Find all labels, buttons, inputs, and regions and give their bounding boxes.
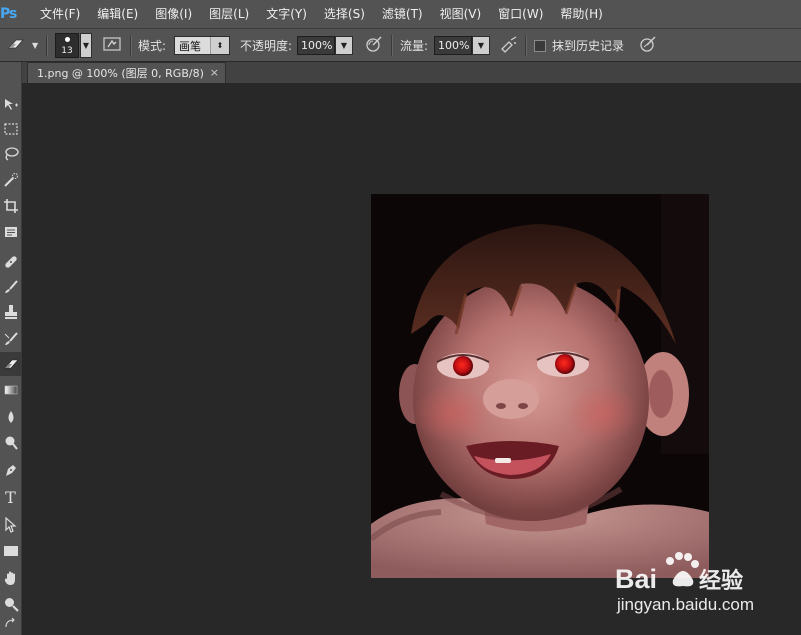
brush-panel-icon [103, 36, 121, 55]
menu-edit[interactable]: 编辑(E) [89, 0, 147, 28]
baby-photo[interactable] [371, 194, 709, 578]
erase-to-history-checkbox[interactable] [534, 39, 546, 52]
left-red-eye [453, 356, 473, 376]
right-red-eye [555, 354, 575, 374]
updown-arrow-icon: ⬍ [210, 37, 229, 54]
chevron-down-icon: ▼ [32, 41, 39, 50]
menu-select[interactable]: 选择(S) [316, 0, 374, 28]
opacity-dropdown-arrow[interactable]: ▼ [335, 36, 353, 55]
baidu-jingyan-watermark: Bai 经验 jingyan.baidu.com [615, 548, 765, 620]
tools-panel: T [0, 62, 22, 635]
airbrush-button[interactable] [499, 29, 519, 62]
brush-tool-icon[interactable] [0, 275, 21, 299]
menu-filter[interactable]: 滤镜(T) [374, 0, 432, 28]
menu-window[interactable]: 窗口(W) [490, 0, 552, 28]
document-tab[interactable]: 1.png @ 100% (图层 0, RGB/8) × [27, 62, 226, 83]
blur-tool-icon[interactable] [0, 405, 21, 429]
brush-size-value: 13 [61, 46, 73, 56]
document-tab-title: 1.png @ 100% (图层 0, RGB/8) [37, 67, 204, 80]
flow-label: 流量: [400, 39, 429, 53]
eraser-icon [6, 37, 26, 54]
mode-label: 模式: [138, 39, 167, 53]
opacity-input[interactable]: 100% [297, 36, 335, 55]
quick-selection-tool-icon[interactable] [0, 168, 21, 192]
watermark-brand-cn: 经验 [699, 568, 743, 594]
menu-help[interactable]: 帮助(H) [552, 0, 611, 28]
menu-image[interactable]: 图像(I) [147, 0, 201, 28]
paw-logo-icon [666, 552, 699, 587]
opacity-label: 不透明度: [240, 39, 293, 53]
brush-dot-icon [65, 37, 70, 42]
document-tab-bar: 1.png @ 100% (图层 0, RGB/8) × [22, 62, 801, 84]
brush-picker-arrow[interactable]: ▼ [80, 33, 92, 58]
path-selection-tool-icon[interactable] [0, 513, 21, 537]
marquee-tool-icon[interactable] [0, 117, 21, 141]
menu-bar: Ps 文件(F) 编辑(E) 图像(I) 图层(L) 文字(Y) 选择(S) 滤… [0, 0, 801, 28]
clone-stamp-tool-icon[interactable] [0, 300, 21, 324]
mode-select[interactable]: 画笔 ⬍ [174, 36, 230, 55]
hand-tool-icon[interactable] [0, 566, 21, 590]
pressure-size-button[interactable] [638, 29, 658, 62]
history-brush-tool-icon[interactable] [0, 327, 21, 351]
pressure-size-icon [638, 35, 658, 56]
lasso-tool-icon[interactable] [0, 142, 21, 166]
rectangle-tool-icon[interactable] [0, 539, 21, 563]
erase-to-history-label: 抹到历史记录 [552, 39, 625, 53]
close-icon[interactable]: × [210, 66, 219, 79]
pen-tool-icon[interactable] [0, 458, 21, 482]
watermark-brand: Bai [615, 564, 657, 594]
tool-preset-picker[interactable]: ▼ [6, 29, 38, 62]
type-tool-icon[interactable]: T [0, 486, 21, 510]
brush-panel-toggle[interactable] [103, 29, 121, 62]
menu-view[interactable]: 视图(V) [432, 0, 491, 28]
healing-brush-tool-icon[interactable] [0, 250, 21, 274]
mode-value: 画笔 [179, 39, 201, 53]
flow-dropdown-arrow[interactable]: ▼ [472, 36, 490, 55]
dodge-tool-icon[interactable] [0, 431, 21, 455]
brush-size-picker[interactable]: 13 ▼ [55, 29, 92, 62]
watermark-url: jingyan.baidu.com [616, 595, 754, 614]
menu-layer[interactable]: 图层(L) [201, 0, 258, 28]
flow-input[interactable]: 100% [434, 36, 472, 55]
gradient-tool-icon[interactable] [0, 378, 21, 402]
zoom-tool-icon[interactable] [0, 592, 21, 616]
crop-tool-icon[interactable] [0, 194, 21, 218]
pressure-icon [364, 35, 384, 56]
eraser-tool-icon[interactable] [0, 352, 21, 376]
menu-file[interactable]: 文件(F) [32, 0, 89, 28]
airbrush-icon [499, 35, 519, 56]
eyedropper-tool-icon[interactable] [0, 220, 21, 244]
photoshop-logo: Ps [0, 6, 17, 22]
pressure-opacity-button[interactable] [364, 29, 384, 62]
brush-preview: 13 [55, 33, 79, 58]
swap-colors-icon[interactable] [0, 614, 21, 632]
menu-type[interactable]: 文字(Y) [258, 0, 316, 28]
erase-to-history-option[interactable]: 抹到历史记录 [534, 29, 624, 62]
move-tool-icon[interactable] [0, 93, 21, 117]
options-bar: ▼ 13 ▼ 模式: 画笔 ⬍ 不透明度: 100% ▼ 流量: 100% ▼ … [0, 28, 801, 62]
